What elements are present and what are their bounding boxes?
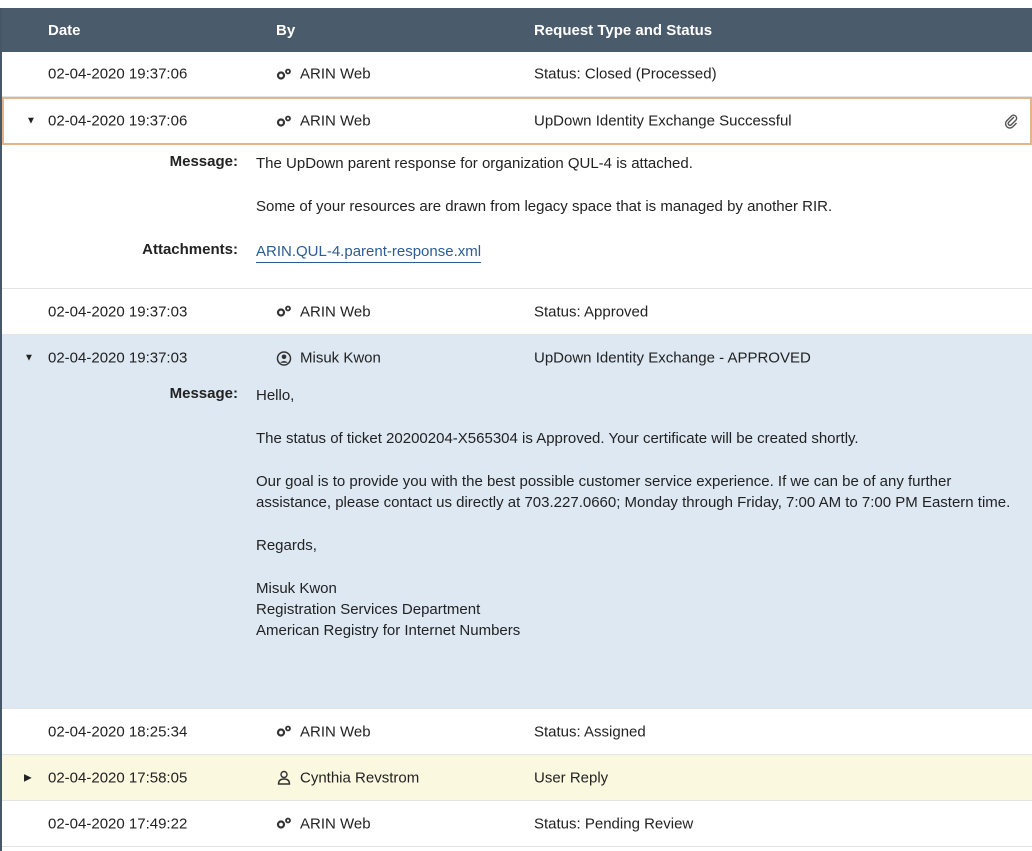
message-text: Regards, [256, 537, 317, 554]
row-by: ARIN Web [276, 303, 371, 320]
table-row-user-reply[interactable]: ▶ 02-04-2020 17:58:05 Cynthia Revstrom U… [2, 755, 1032, 801]
gears-icon [276, 817, 291, 829]
row-by-label: ARIN Web [300, 112, 371, 130]
row-by-label: Misuk Kwon [300, 349, 381, 367]
table-row[interactable]: 02-04-2020 19:37:03 ARIN Web Status: App… [2, 289, 1032, 335]
table-row[interactable]: 02-04-2020 18:25:34 ARIN Web Status: Ass… [2, 709, 1032, 755]
row-type: Status: Approved [534, 303, 649, 320]
message-text: Some of your resources are drawn from le… [256, 198, 833, 215]
row-by: Cynthia Revstrom [276, 769, 419, 786]
row-by-label: ARIN Web [300, 723, 371, 740]
row-type: UpDown Identity Exchange - APPROVED [534, 349, 811, 367]
row-by-label: Cynthia Revstrom [300, 769, 420, 786]
gears-icon [276, 305, 291, 317]
signature-line: American Registry for Internet Numbers [256, 622, 521, 639]
gears-icon [276, 68, 291, 80]
table-row-expanded[interactable]: ▼ 02-04-2020 19:37:03 Misuk Kwon UpDown … [2, 335, 1032, 381]
user-outline-icon [277, 770, 291, 785]
message-text: Hello, [256, 387, 295, 404]
table-row-selected[interactable]: ▼ 02-04-2020 19:37:06 ARIN Web UpDown Id… [2, 97, 1032, 145]
row-by: Misuk Kwon [276, 350, 381, 367]
caret-down-icon[interactable]: ▼ [26, 116, 36, 127]
caret-right-icon[interactable]: ▶ [24, 772, 32, 783]
row-date: 02-04-2020 19:37:03 [48, 349, 188, 367]
row-by-label: ARIN Web [300, 815, 371, 832]
table-row[interactable]: 02-04-2020 17:49:22 ARIN Web Status: Pen… [2, 801, 1032, 847]
message-text: The UpDown parent response for organizat… [256, 155, 693, 172]
row-by: ARIN Web [276, 815, 371, 832]
row-date: 02-04-2020 19:37:06 [48, 65, 188, 83]
message-label: Message: [169, 385, 238, 402]
message-label: Message: [169, 153, 238, 170]
header-date[interactable]: Date [48, 22, 81, 39]
paperclip-icon [1004, 114, 1018, 129]
header-request-type[interactable]: Request Type and Status [534, 22, 712, 39]
table-row[interactable]: 02-04-2020 19:37:06 ARIN Web Status: Clo… [2, 52, 1032, 97]
message-text: The status of ticket 20200204-X565304 is… [256, 430, 859, 447]
row-date: 02-04-2020 18:25:34 [48, 723, 188, 740]
row-by: ARIN Web [276, 113, 371, 130]
signature-line: Registration Services Department [256, 601, 481, 618]
row-by: ARIN Web [276, 723, 371, 740]
caret-down-icon[interactable]: ▼ [24, 353, 34, 364]
row-by-label: ARIN Web [300, 303, 371, 320]
row-by: ARIN Web [276, 66, 371, 83]
row-date: 02-04-2020 17:58:05 [48, 769, 188, 786]
attachment-link[interactable]: ARIN.QUL-4.parent-response.xml [256, 243, 482, 263]
row-type: Status: Pending Review [534, 815, 694, 832]
row-by-label: ARIN Web [300, 65, 371, 83]
row-date: 02-04-2020 19:37:03 [48, 303, 188, 320]
row-type: Status: Closed (Processed) [534, 65, 717, 83]
ticket-history-table: Date By Request Type and Status 02-04-20… [2, 8, 1032, 847]
signature-line: Misuk Kwon [256, 580, 337, 597]
row-type: UpDown Identity Exchange Successful [534, 112, 792, 130]
table-header: Date By Request Type and Status [2, 8, 1032, 52]
message-detail: Message: The UpDown parent response for … [2, 145, 1032, 289]
gears-icon [276, 115, 291, 127]
row-type: Status: Assigned [534, 723, 646, 740]
header-by[interactable]: By [276, 22, 295, 39]
message-detail: Message: Hello, The status of ticket 202… [2, 381, 1032, 709]
top-strip [0, 0, 1032, 8]
gears-icon [276, 725, 291, 737]
row-date: 02-04-2020 19:37:06 [48, 112, 188, 130]
row-type: User Reply [534, 769, 609, 786]
user-circle-icon [276, 350, 292, 366]
attachments-label: Attachments: [142, 241, 238, 258]
row-date: 02-04-2020 17:49:22 [48, 815, 188, 832]
message-text: Our goal is to provide you with the best… [256, 473, 1011, 511]
